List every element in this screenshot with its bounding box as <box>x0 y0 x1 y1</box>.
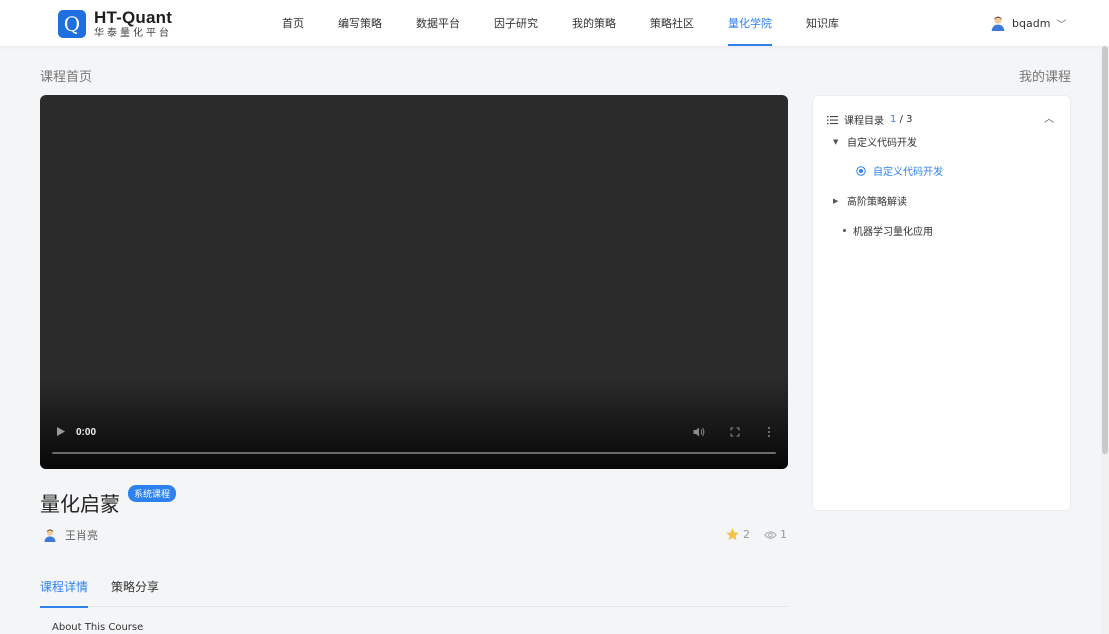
tab-course-details-label: 课程详情 <box>40 580 89 594</box>
page-title: 课程首页 <box>40 70 93 85</box>
tab-strategy-share[interactable]: 策略分享 <box>111 578 159 607</box>
play-icon[interactable] <box>54 424 68 438</box>
catalog-lesson-custom-code[interactable]: 自定义代码开发 <box>856 163 943 178</box>
top-navbar: Q HT-Quant 华泰量化平台 首页 编写策略 数据平台 因子研究 我的策略… <box>0 0 1109 46</box>
catalog-progress: 1 / 3 <box>890 114 912 125</box>
catalog-header: 课程目录 1 / 3 <box>827 112 912 127</box>
my-courses-link[interactable]: 我的课程 <box>1019 66 1071 85</box>
video-time: 0:00 <box>76 427 97 438</box>
video-player[interactable]: 0:00 <box>40 95 788 469</box>
nav-item-strategy-community[interactable]: 策略社区 <box>650 0 694 46</box>
nav-item-my-strategies[interactable]: 我的策略 <box>572 0 616 46</box>
course-title: 量化启蒙 <box>40 492 120 516</box>
chevron-up-icon[interactable]: ︿ <box>1044 110 1054 125</box>
brand-subtitle: 华泰量化平台 <box>94 28 172 39</box>
catalog-section-ml-quant[interactable]: 机器学习量化应用 <box>843 223 933 238</box>
course-stats: 2 1 <box>725 527 787 542</box>
nav-item-knowledge-base[interactable]: 知识库 <box>806 0 839 46</box>
tab-active-underline <box>40 606 89 608</box>
tab-course-details[interactable]: 课程详情 <box>40 578 89 608</box>
about-course-heading: About This Course <box>52 622 144 633</box>
bullet-icon <box>843 229 846 232</box>
brand-logo[interactable]: Q HT-Quant 华泰量化平台 <box>58 9 172 39</box>
course-author: 王肖亮 <box>43 527 98 543</box>
volume-icon[interactable] <box>692 425 706 439</box>
video-progress-bar[interactable] <box>52 452 776 454</box>
user-menu[interactable]: bqadm ﹀ <box>990 0 1066 46</box>
nav-active-underline <box>728 44 772 46</box>
favorites-stat[interactable]: 2 <box>725 527 750 542</box>
views-count: 1 <box>780 528 787 541</box>
caret-down-icon: ▼ <box>833 137 839 146</box>
nav-item-quant-academy[interactable]: 量化学院 <box>728 0 772 46</box>
video-controls-overlay <box>40 379 788 469</box>
nav-item-write-strategy[interactable]: 编写策略 <box>338 0 382 46</box>
catalog-section-advanced-strategy[interactable]: ▶ 高阶策略解读 <box>833 193 907 209</box>
chevron-down-icon: ﹀ <box>1056 19 1067 31</box>
logo-mark-icon: Q <box>58 10 86 38</box>
caret-right-icon: ▶ <box>833 196 839 205</box>
play-circle-icon <box>856 165 866 176</box>
brand-title: HT-Quant <box>94 8 173 27</box>
catalog-section-label: 机器学习量化应用 <box>853 227 933 238</box>
catalog-current: 1 <box>890 114 897 125</box>
views-stat: 1 <box>750 528 787 541</box>
nav-item-data-platform[interactable]: 数据平台 <box>416 0 460 46</box>
fullscreen-icon[interactable] <box>728 425 742 439</box>
user-name: bqadm <box>1012 16 1051 30</box>
user-avatar-icon <box>991 16 1005 31</box>
catalog-lesson-label: 自定义代码开发 <box>873 167 943 178</box>
favorites-count: 2 <box>743 528 750 541</box>
catalog-label: 课程目录 <box>844 116 884 127</box>
course-tabs: 课程详情 策略分享 <box>40 578 788 608</box>
nav-item-factor-research[interactable]: 因子研究 <box>494 0 538 46</box>
list-icon <box>827 115 838 124</box>
star-icon <box>726 528 739 541</box>
course-type-badge: 系统课程 <box>128 485 177 502</box>
author-name: 王肖亮 <box>65 529 98 542</box>
logo-text: HT-Quant 华泰量化平台 <box>94 9 172 39</box>
author-avatar-icon <box>44 529 56 542</box>
nav-item-quant-academy-label: 量化学院 <box>728 17 772 30</box>
eye-icon <box>764 530 777 539</box>
catalog-section-custom-code[interactable]: ▼ 自定义代码开发 <box>833 134 917 150</box>
more-options-icon[interactable] <box>762 425 776 439</box>
catalog-section-label: 高阶策略解读 <box>847 197 907 208</box>
catalog-section-label: 自定义代码开发 <box>847 138 917 149</box>
scrollbar-thumb[interactable] <box>1102 46 1108 454</box>
nav-item-home[interactable]: 首页 <box>282 0 304 46</box>
catalog-total: / 3 <box>899 114 913 125</box>
course-catalog-panel: 课程目录 1 / 3 ︿ ▼ 自定义代码开发 自定义代码开发 ▶ 高阶策略解读 … <box>812 95 1071 511</box>
page-scrollbar[interactable] <box>1101 46 1109 634</box>
